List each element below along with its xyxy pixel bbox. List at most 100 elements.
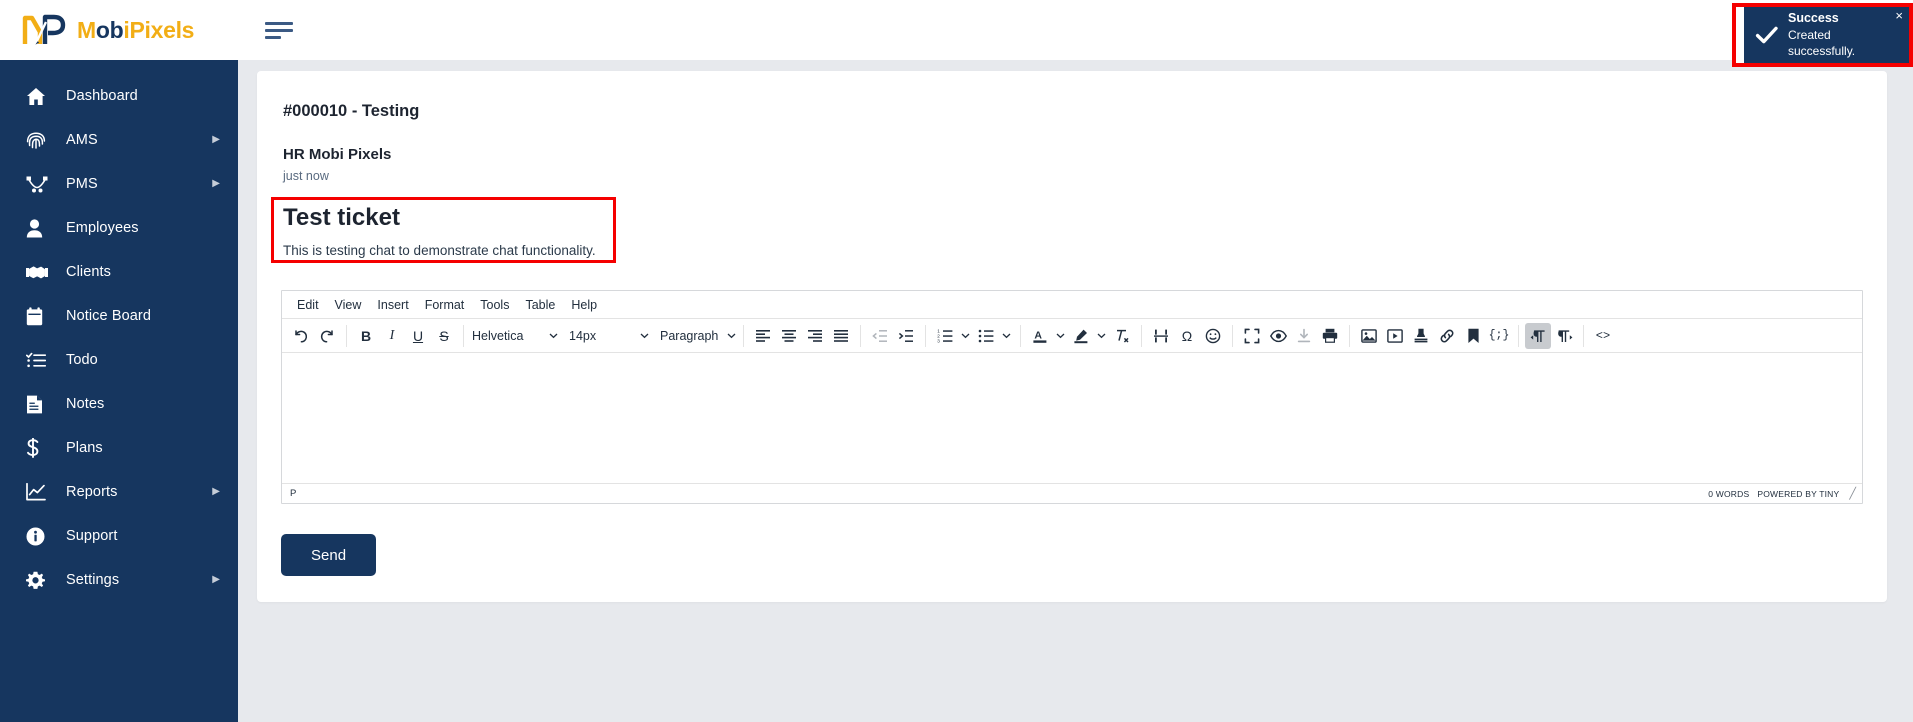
sidebar-item-plans[interactable]: Plans [0,426,238,470]
insert-image-icon[interactable] [1356,323,1382,349]
close-icon[interactable]: × [1895,9,1903,22]
brand-name-accent: ob [95,16,124,43]
align-justify-icon[interactable] [828,323,854,349]
print-icon[interactable] [1317,323,1343,349]
tiny-branding[interactable]: POWERED BY TINY [1757,489,1839,499]
insert-media-icon[interactable] [1382,323,1408,349]
sidebar-item-pms[interactable]: PMS ▶ [0,162,238,206]
ticket-header: #000010 - Testing [283,102,420,120]
toast-message: Created successfully. [1788,28,1856,58]
underline-glyph: U [412,327,424,344]
sidebar-item-dashboard[interactable]: Dashboard [0,74,238,118]
emoticon-icon[interactable] [1200,323,1226,349]
editor-content-area[interactable] [282,353,1862,484]
sidebar-item-ams[interactable]: AMS ▶ [0,118,238,162]
toolbar-separator [743,324,744,347]
redo-icon[interactable] [314,323,340,349]
chevron-down-icon[interactable] [1053,323,1068,349]
sidebar-item-reports[interactable]: Reports ▶ [0,470,238,514]
chevron-right-icon[interactable]: ▶ [212,487,220,497]
sidebar-item-label: Reports [66,484,118,500]
menu-view[interactable]: View [327,295,370,315]
sidebar-item-support[interactable]: Support [0,514,238,558]
toolbar-separator [346,324,347,347]
brand-logo[interactable]: MobiPixels [22,13,194,47]
element-path[interactable]: P [290,488,297,499]
highlight-color-icon[interactable] [1068,323,1094,349]
menu-help[interactable]: Help [563,295,605,315]
brand-name: MobiPixels [77,16,195,43]
toolbar-separator [1020,324,1021,347]
ltr-icon[interactable] [1525,322,1551,349]
sidebar-item-label: Dashboard [66,88,138,104]
align-right-icon[interactable] [802,323,828,349]
export-icon[interactable] [1291,323,1317,349]
sidebar-item-settings[interactable]: Settings ▶ [0,558,238,602]
checklist-icon [26,349,52,371]
italic-icon[interactable]: I [379,323,405,349]
text-color-icon[interactable]: A [1027,323,1053,349]
message-timestamp: just now [283,169,329,183]
sidebar-item-employees[interactable]: Employees [0,206,238,250]
toast-title: Success [1788,10,1839,25]
font-size-select[interactable]: 14px [563,323,654,349]
word-count[interactable]: 0 WORDS [1708,489,1749,499]
align-center-icon[interactable] [776,323,802,349]
special-character-icon[interactable]: Ω [1174,323,1200,349]
sidebar-item-label: Employees [66,220,139,236]
font-family-select[interactable]: Helvetica [466,323,563,349]
align-left-icon[interactable] [750,323,776,349]
clipboard-icon [26,305,52,327]
fullscreen-icon[interactable] [1239,323,1265,349]
anchor-icon[interactable] [1460,323,1486,349]
sidebar-item-todo[interactable]: Todo [0,338,238,382]
handshake-icon [26,261,52,283]
sidebar-item-notice-board[interactable]: Notice Board [0,294,238,338]
underline-icon[interactable]: U [405,323,431,349]
page-break-icon[interactable] [1148,323,1174,349]
indent-icon[interactable] [893,323,919,349]
chevron-down-icon[interactable] [958,323,973,349]
menu-edit[interactable]: Edit [289,295,327,315]
message-body: This is testing chat to demonstrate chat… [283,243,596,259]
toolbar-group-inline: B I U S [349,319,461,352]
sidebar-item-clients[interactable]: Clients [0,250,238,294]
insert-template-icon[interactable] [1408,323,1434,349]
message-author: HR Mobi Pixels [283,146,392,163]
strikethrough-icon[interactable]: S [431,323,457,349]
menu-tools[interactable]: Tools [472,295,517,315]
toolbar-separator [860,324,861,347]
menu-toggle-icon[interactable] [265,21,293,39]
person-icon [26,217,52,239]
chart-line-icon [26,481,52,503]
send-button[interactable]: Send [281,534,377,577]
chevron-down-icon[interactable] [999,323,1014,349]
resize-handle-icon[interactable]: ╱ [1849,487,1856,500]
bullet-list-icon[interactable] [973,323,999,349]
toolbar-separator [925,324,926,347]
undo-icon[interactable] [288,323,314,349]
clear-formatting-icon[interactable] [1109,323,1135,349]
check-icon [1753,25,1781,45]
source-code-icon[interactable]: <> [1590,323,1616,349]
italic-glyph: I [389,327,395,343]
bold-icon[interactable]: B [353,323,379,349]
outdent-icon[interactable] [867,323,893,349]
menu-format[interactable]: Format [417,295,473,315]
chevron-down-icon[interactable] [1094,323,1109,349]
block-format-select[interactable]: Paragraph [654,323,741,349]
sidebar-item-notes[interactable]: Notes [0,382,238,426]
menu-table[interactable]: Table [517,295,563,315]
code-sample-icon[interactable]: {;} [1486,323,1512,349]
insert-link-icon[interactable] [1434,323,1460,349]
rtl-icon[interactable] [1551,323,1577,349]
dollar-icon [26,437,52,459]
chevron-right-icon[interactable]: ▶ [212,135,220,145]
preview-icon[interactable] [1265,323,1291,349]
numbered-list-icon[interactable]: 123 [932,323,958,349]
sidebar: MobiPixels Dashboard AMS ▶ PMS ▶ Employe… [0,0,238,722]
sidebar-item-label: AMS [66,132,98,148]
menu-insert[interactable]: Insert [369,295,416,315]
chevron-right-icon[interactable]: ▶ [212,575,220,585]
chevron-right-icon[interactable]: ▶ [212,179,220,189]
